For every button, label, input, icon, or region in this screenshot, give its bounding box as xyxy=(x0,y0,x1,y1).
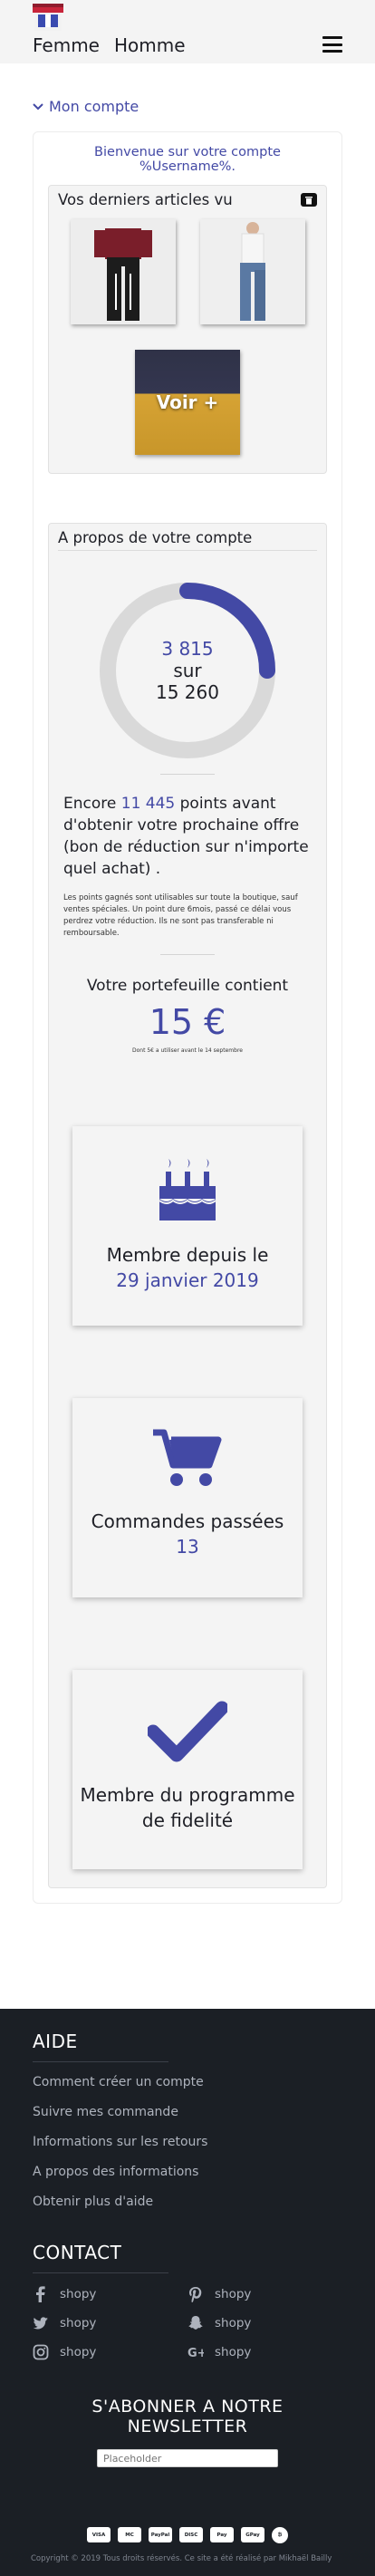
main-nav: Femme Homme xyxy=(33,34,186,56)
points-remaining-value: 11 445 xyxy=(120,795,176,813)
newsletter-heading: S'ABONNER A NOTRE NEWSLETTER xyxy=(91,2397,284,2436)
wallet-title: Votre portefeuille contient xyxy=(86,977,289,995)
contact-google-plus[interactable]: G+ shopy xyxy=(188,2344,342,2360)
account-info-header: A propos de votre compte xyxy=(58,529,317,551)
discover-icon: DISC xyxy=(179,2527,203,2542)
shop-logo-icon[interactable] xyxy=(33,4,63,33)
wallet-amount: 15 € xyxy=(149,1002,226,1042)
points-total: 15 260 xyxy=(156,681,219,703)
google-plus-icon: G+ xyxy=(188,2347,204,2360)
welcome-message: Bienvenue sur votre compte %Username%. xyxy=(94,145,281,174)
checkmark-icon xyxy=(148,1701,227,1762)
help-link-more-help[interactable]: Obtenir plus d'aide xyxy=(33,2195,342,2209)
stat-member-since: Membre depuis le 29 janvier 2019 xyxy=(72,1126,303,1326)
copyright: Copyright © 2019 Tous droits réservés. C… xyxy=(31,2554,332,2563)
facebook-icon xyxy=(36,2286,45,2302)
birthday-cake-icon xyxy=(159,1159,216,1220)
stat-value: 13 xyxy=(176,1536,199,1558)
trash-icon[interactable] xyxy=(301,193,317,207)
product-thumbnail[interactable] xyxy=(70,219,176,324)
stat-title: Membre du programme de fidelité xyxy=(80,1784,295,1831)
view-more-button[interactable]: Voir + xyxy=(135,350,240,455)
bitcoin-icon: ₿ xyxy=(272,2527,288,2543)
recent-items-panel: Vos derniers articles vu Voir + xyxy=(48,185,327,474)
snapchat-icon xyxy=(188,2316,203,2330)
visa-icon: VISA xyxy=(87,2527,111,2542)
view-more-label: Voir + xyxy=(156,391,219,413)
payment-methods: VISA MC PayPal DISC Pay GPay ₿ xyxy=(33,2527,342,2543)
google-pay-icon: GPay xyxy=(241,2527,264,2542)
help-heading: AIDE xyxy=(33,2031,78,2052)
recent-items-title: Vos derniers articles vu xyxy=(58,191,233,208)
recent-items-grid: Voir + xyxy=(58,219,317,455)
apple-pay-icon: Pay xyxy=(210,2527,234,2542)
newsletter-email-input[interactable] xyxy=(97,2449,278,2467)
mastercard-icon: MC xyxy=(118,2527,141,2542)
twitter-icon xyxy=(33,2317,48,2330)
stat-value: 29 janvier 2019 xyxy=(116,1269,259,1291)
hamburger-menu-icon[interactable] xyxy=(322,36,342,53)
points-current: 3 815 xyxy=(161,638,214,660)
product-thumbnail[interactable] xyxy=(199,219,305,324)
wallet-note: Dont 5€ a utiliser avant le 14 septembre xyxy=(132,1047,243,1054)
divider xyxy=(33,2272,168,2273)
help-link-returns[interactable]: Informations sur les retours xyxy=(33,2135,342,2149)
account-toggle-label: Mon compte xyxy=(49,98,139,115)
account-card: Bienvenue sur votre compte %Username%. V… xyxy=(33,131,342,1904)
stat-orders: Commandes passées 13 xyxy=(72,1398,303,1597)
contact-twitter[interactable]: shopy xyxy=(33,2315,188,2331)
points-terms: Les points gagnés sont utilisables sur t… xyxy=(63,893,298,938)
recent-items-header: Vos derniers articles vu xyxy=(58,191,317,214)
account-info-panel: A propos de votre compte 3 815 sur 15 26… xyxy=(48,523,327,1888)
contact-snapchat[interactable]: shopy xyxy=(188,2315,342,2331)
paypal-icon: PayPal xyxy=(149,2527,172,2542)
account-info-title: A propos de votre compte xyxy=(58,529,253,546)
contact-instagram[interactable]: shopy xyxy=(33,2344,188,2360)
help-link-create-account[interactable]: Comment créer un compte xyxy=(33,2075,342,2089)
footer: AIDE Comment créer un compte Suivre mes … xyxy=(0,2009,375,2576)
header: Femme Homme xyxy=(0,0,375,63)
divider xyxy=(160,954,215,955)
chevron-down-icon xyxy=(33,102,43,110)
contact-links: shopy shopy shopy shopy shopy G+ shopy xyxy=(33,2286,342,2360)
contact-pinterest[interactable]: shopy xyxy=(188,2286,342,2302)
points-separator: sur xyxy=(173,660,202,681)
pinterest-icon xyxy=(189,2287,202,2302)
stat-loyalty: Membre du programme de fidelité xyxy=(72,1670,303,1869)
divider xyxy=(33,2061,168,2062)
account-toggle[interactable]: Mon compte xyxy=(33,98,375,115)
divider xyxy=(160,774,215,775)
stat-title: Commandes passées xyxy=(91,1510,284,1532)
contact-facebook[interactable]: shopy xyxy=(33,2286,188,2302)
points-remaining: Encore 11 445 points avant d'obtenir vot… xyxy=(63,795,309,878)
stat-title: Membre depuis le xyxy=(106,1244,269,1266)
help-link-info[interactable]: A propos des informations xyxy=(33,2165,342,2179)
nav-femme[interactable]: Femme xyxy=(33,34,100,56)
nav-homme[interactable]: Homme xyxy=(114,34,186,56)
shopping-cart-icon[interactable] xyxy=(153,1427,222,1489)
contact-heading: CONTACT xyxy=(33,2242,122,2263)
svg-text:G+: G+ xyxy=(188,2347,204,2360)
points-progress-ring: 3 815 sur 15 260 xyxy=(99,582,276,759)
help-link-track-orders[interactable]: Suivre mes commande xyxy=(33,2105,342,2119)
instagram-icon xyxy=(33,2344,49,2360)
